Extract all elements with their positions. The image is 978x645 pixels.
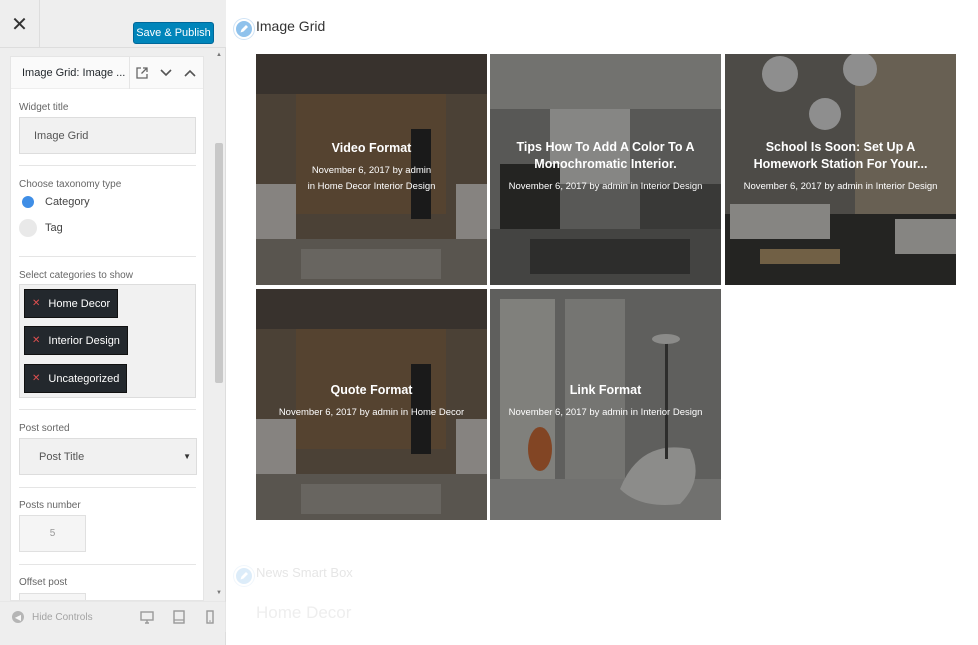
- tablet-icon[interactable]: [172, 610, 186, 624]
- hide-controls-label: Hide Controls: [32, 611, 93, 623]
- edit-pencil-icon[interactable]: [234, 19, 254, 39]
- taxonomy-label: Choose taxonomy type: [19, 179, 122, 190]
- card-content: Link Format November 6, 2017 by admin in…: [490, 382, 721, 421]
- radio-category-label: Category: [45, 196, 90, 208]
- card-date[interactable]: November 6, 2017: [509, 407, 587, 418]
- faded-category-heading: Home Decor: [256, 603, 352, 622]
- radio-category[interactable]: [19, 193, 37, 211]
- panel-footer: ◀ Hide Controls: [0, 601, 226, 632]
- edit-pencil-icon[interactable]: [234, 566, 254, 586]
- widget-title-input[interactable]: Image Grid: [19, 117, 196, 154]
- card-categories[interactable]: Home Decor: [411, 407, 464, 418]
- card-meta: November 6, 2017 by admin in Interior De…: [743, 181, 938, 192]
- faded-section-title: News Smart Box: [256, 565, 353, 580]
- categories-label: Select categories to show: [19, 270, 133, 281]
- card-categories[interactable]: Interior Design: [641, 407, 703, 418]
- card-categories[interactable]: Interior Design: [876, 181, 938, 192]
- categories-select[interactable]: ✕ Home Decor ✕ Interior Design ✕ Uncategori…: [19, 284, 196, 398]
- section-title: Image Grid: [256, 18, 326, 34]
- offset-label: Offset post: [19, 577, 68, 588]
- remove-icon[interactable]: ✕: [32, 298, 40, 309]
- divider: [19, 564, 196, 565]
- posts-number-input[interactable]: 5: [19, 515, 86, 552]
- post-card-link-format[interactable]: Link Format November 6, 2017 by admin in…: [490, 289, 721, 520]
- chip-label: Interior Design: [48, 334, 120, 347]
- card-categories[interactable]: Home Decor Interior Design: [318, 181, 436, 192]
- card-date[interactable]: November 6, 2017: [279, 407, 357, 418]
- dropdown-arrow-icon: ▼: [183, 452, 191, 461]
- divider: [19, 487, 196, 488]
- external-link-icon[interactable]: [131, 62, 153, 84]
- chevron-up-icon[interactable]: [179, 62, 201, 84]
- card-content: Video Format November 6, 2017 by admin i…: [256, 140, 487, 195]
- card-content: School Is Soon: Set Up A Homework Statio…: [725, 139, 956, 195]
- close-button[interactable]: ✕: [0, 0, 40, 48]
- post-sorted-value: Post Title: [39, 450, 85, 463]
- card-date[interactable]: November 6, 2017: [744, 181, 822, 192]
- card-title[interactable]: Tips How To Add A Color To A Monochromat…: [500, 139, 711, 173]
- radio-tag[interactable]: [19, 219, 37, 237]
- offset-input[interactable]: [19, 593, 86, 600]
- chip-label: Uncategorized: [48, 372, 120, 385]
- card-categories[interactable]: Interior Design: [641, 181, 703, 192]
- card-author[interactable]: admin: [602, 407, 628, 418]
- chip-uncategorized[interactable]: ✕ Uncategorized: [24, 364, 128, 393]
- post-card-video-format[interactable]: Video Format November 6, 2017 by admin i…: [256, 54, 487, 285]
- mobile-icon[interactable]: [203, 610, 217, 624]
- post-card-homework-station[interactable]: School Is Soon: Set Up A Homework Statio…: [725, 54, 956, 285]
- divider: [19, 165, 196, 166]
- save-publish-button[interactable]: Save & Publish: [133, 22, 214, 44]
- card-meta: November 6, 2017 by admin in Home Decor: [278, 407, 465, 418]
- arrow-left-icon: ◀: [12, 611, 24, 623]
- scroll-up-icon[interactable]: ▲: [216, 52, 222, 58]
- chip-label: Home Decor: [48, 297, 111, 310]
- card-title[interactable]: Video Format: [266, 140, 477, 157]
- chevron-down-icon[interactable]: [155, 62, 177, 84]
- posts-number-label: Posts number: [19, 500, 81, 511]
- card-date[interactable]: November 6, 2017: [509, 181, 587, 192]
- hide-controls-button[interactable]: ◀ Hide Controls: [12, 611, 93, 623]
- card-meta: November 6, 2017 by admin in Home Decor …: [307, 165, 436, 192]
- desktop-icon[interactable]: [140, 610, 154, 624]
- card-author[interactable]: admin: [405, 165, 431, 176]
- card-title[interactable]: School Is Soon: Set Up A Homework Statio…: [735, 139, 946, 173]
- customizer-panel: ✕ Save & Publish Image Grid: Image ... W…: [0, 0, 226, 645]
- divider: [19, 256, 196, 257]
- header-divider: [129, 57, 130, 89]
- panel-header: ✕ Save & Publish: [0, 0, 226, 48]
- remove-icon[interactable]: ✕: [32, 373, 40, 384]
- card-title[interactable]: Quote Format: [266, 382, 477, 399]
- scroll-down-icon[interactable]: ▼: [216, 590, 222, 596]
- scrollbar-thumb[interactable]: [215, 143, 223, 383]
- post-card-quote-format[interactable]: Quote Format November 6, 2017 by admin i…: [256, 289, 487, 520]
- chip-home-decor[interactable]: ✕ Home Decor: [24, 289, 119, 318]
- card-author[interactable]: admin: [372, 407, 398, 418]
- card-author[interactable]: admin: [837, 181, 863, 192]
- card-title[interactable]: Link Format: [500, 382, 711, 399]
- remove-icon[interactable]: ✕: [32, 335, 40, 346]
- widget-form: Image Grid: Image ... Widget title Image…: [10, 56, 204, 601]
- widget-header-title: Image Grid: Image ...: [22, 67, 126, 79]
- post-card-tips-color[interactable]: Tips How To Add A Color To A Monochromat…: [490, 54, 721, 285]
- card-content: Tips How To Add A Color To A Monochromat…: [490, 139, 721, 195]
- card-content: Quote Format November 6, 2017 by admin i…: [256, 382, 487, 421]
- card-author[interactable]: admin: [602, 181, 628, 192]
- sorted-label: Post sorted: [19, 423, 70, 434]
- card-meta: November 6, 2017 by admin in Interior De…: [508, 407, 703, 418]
- post-sorted-select[interactable]: Post Title ▼: [19, 438, 197, 475]
- widget-title-label: Widget title: [19, 102, 69, 113]
- close-icon: ✕: [11, 13, 28, 36]
- radio-tag-label: Tag: [45, 222, 63, 234]
- card-date[interactable]: November 6, 2017: [312, 165, 390, 176]
- widget-header[interactable]: Image Grid: Image ...: [11, 57, 203, 89]
- card-meta: November 6, 2017 by admin in Interior De…: [508, 181, 703, 192]
- chip-interior-design[interactable]: ✕ Interior Design: [24, 326, 128, 355]
- divider: [19, 409, 196, 410]
